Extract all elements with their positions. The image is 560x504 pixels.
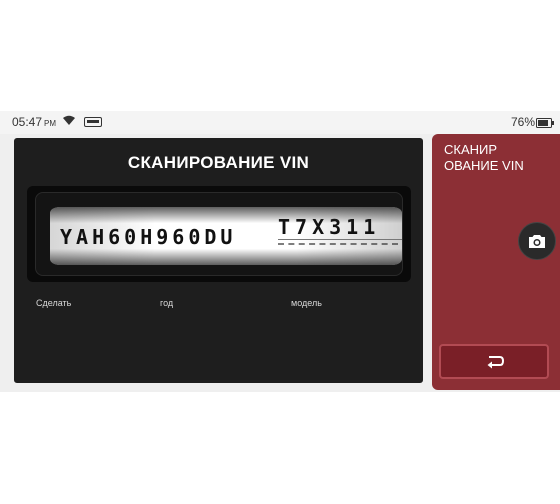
- scan-screen: СКАНИРОВАНИЕ VIN YAH60H960DU T7X311 Сдел…: [0, 134, 560, 392]
- vin-text-tail: T7X311: [278, 215, 381, 239]
- camera-button[interactable]: [518, 222, 556, 260]
- status-ampm: PM: [44, 119, 57, 128]
- side-panel-title: СКАНИР ОВАНИЕ VIN: [444, 142, 554, 174]
- vin-reel: YAH60H960DU T7X311: [50, 207, 402, 265]
- side-title-line1: СКАНИР: [444, 142, 498, 157]
- side-title-line2: ОВАНИЕ VIN: [444, 158, 524, 173]
- model-label: модель: [291, 298, 322, 308]
- battery-icon: [536, 117, 554, 131]
- reel-ghost-characters: [278, 243, 398, 249]
- status-bar: 05:47 PM 76%: [0, 111, 560, 134]
- status-time: 05:47 PM: [12, 115, 57, 129]
- year-label: год: [160, 298, 174, 308]
- wifi-icon: [62, 115, 76, 129]
- make-label: Сделать: [36, 298, 72, 308]
- back-icon: [487, 355, 505, 368]
- side-panel: СКАНИР ОВАНИЕ VIN: [432, 134, 560, 390]
- vin-display-frame: YAH60H960DU T7X311: [27, 186, 411, 282]
- vin-text-main: YAH60H960DU: [60, 225, 237, 249]
- camera-icon: [529, 234, 545, 248]
- vin-panel-title: СКАНИРОВАНИЕ VIN: [127, 153, 310, 172]
- reel-divider: [278, 239, 402, 240]
- battery-percent: 76%: [511, 115, 536, 129]
- back-button[interactable]: [439, 344, 549, 379]
- sd-card-icon: [84, 116, 102, 130]
- vin-display-inner: YAH60H960DU T7X311: [35, 192, 403, 276]
- vin-scan-panel: СКАНИРОВАНИЕ VIN YAH60H960DU T7X311 Сдел…: [14, 138, 423, 383]
